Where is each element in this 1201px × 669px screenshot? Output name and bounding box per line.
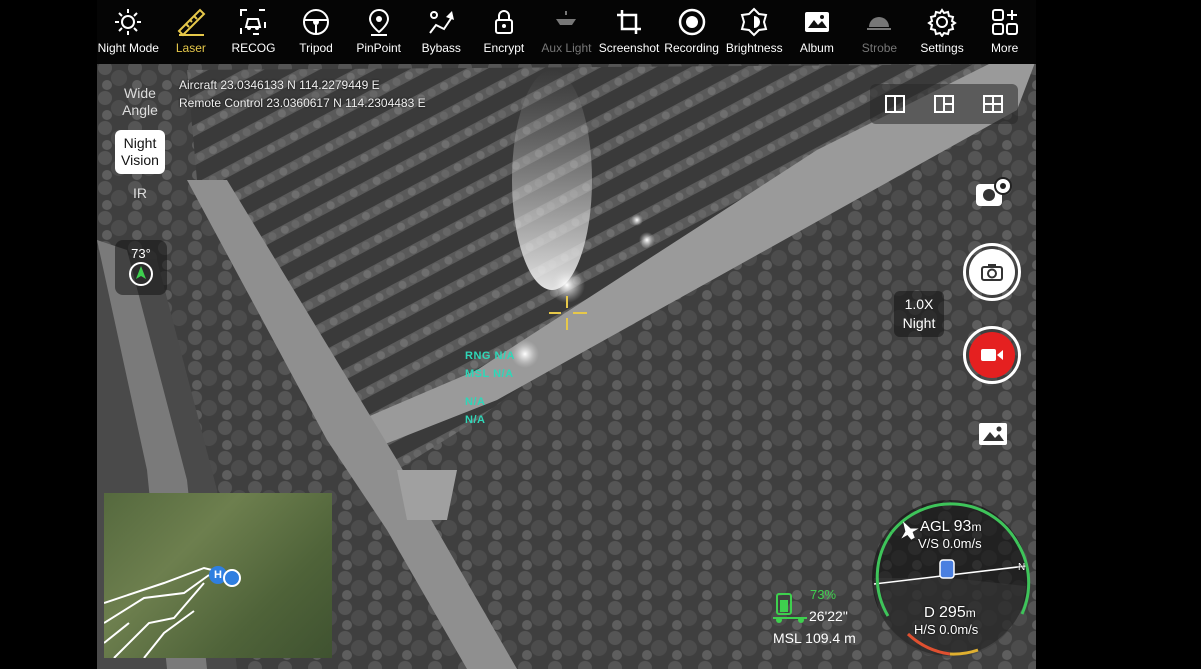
agl-altitude: AGL 93m <box>920 518 981 536</box>
toolbar-laser-button[interactable]: Laser <box>160 0 223 64</box>
record-circle-icon <box>678 8 705 36</box>
agl-value: 93 <box>953 518 972 535</box>
toolbar-aux-light-button[interactable]: Aux Light <box>535 0 598 64</box>
toolbar-label: RECOG <box>231 41 276 55</box>
lens-ir[interactable]: IR <box>115 180 165 207</box>
layout-split-4-icon[interactable] <box>982 93 1004 115</box>
video-camera-icon <box>981 349 1003 361</box>
toolbar-tripod-button[interactable]: Tripod <box>285 0 348 64</box>
horizontal-speed: H/S 0.0m/s <box>914 622 979 637</box>
gear-icon <box>927 8 957 37</box>
layout-split-2-icon[interactable] <box>884 93 906 115</box>
layout-split-3-icon[interactable] <box>933 93 955 115</box>
top-toolbar: Night Mode Laser RECOG Tripod PinPoint Bybass… <box>97 0 1036 64</box>
toolbar-settings-button[interactable]: Settings <box>911 0 974 64</box>
vertical-speed: V/S 0.0m/s <box>918 536 982 551</box>
crop-icon <box>617 10 642 34</box>
video-record-button[interactable] <box>963 326 1021 384</box>
camera-icon <box>981 264 1003 281</box>
drone-battery-icon <box>773 593 807 623</box>
grid-plus-icon <box>991 9 1018 35</box>
toolbar-label: Settings <box>920 41 964 55</box>
agl-label: AGL <box>920 518 950 535</box>
toolbar-label: Strobe <box>861 41 898 55</box>
toolbar-label: More <box>990 41 1019 55</box>
laser-latitude: N/A <box>465 396 486 408</box>
drone-position-icon <box>939 559 955 579</box>
position-readout: Aircraft 23.0346133 N 114.2279449 E Remo… <box>179 76 426 112</box>
car-recognition-icon <box>240 9 267 35</box>
zoom-level: 1.0X <box>904 296 934 312</box>
aircraft-coords: Aircraft 23.0346133 N 114.2279449 E <box>179 78 380 92</box>
flight-attitude-hud: AGL 93m V/S 0.0m/s D 295m H/S 0.0m/s N <box>868 496 1033 661</box>
toolbar-label: Tripod <box>299 41 333 55</box>
toolbar-more-button[interactable]: More <box>973 0 1036 64</box>
toolbar-recording-button[interactable]: Recording <box>660 0 723 64</box>
distance-label: D <box>924 604 935 621</box>
view-layout-group <box>870 84 1018 124</box>
flight-time-remaining: 26'22" <box>809 608 848 624</box>
toolbar-label: Encrypt <box>483 41 525 55</box>
toolbar-label: Bybass <box>421 41 461 55</box>
toolbar-screenshot-button[interactable]: Screenshot <box>598 0 661 64</box>
lens-night-vision[interactable]: Night Vision <box>115 130 165 174</box>
remote-coords: Remote Control 23.0360617 N 114.2304483 … <box>179 96 426 110</box>
toolbar-label: Album <box>799 41 834 55</box>
toolbar-label: PinPoint <box>356 41 402 55</box>
distance-unit: m <box>965 606 976 620</box>
heading-indicator: 73° <box>115 240 167 295</box>
camera-view: Night Mode Laser RECOG Tripod PinPoint Bybass… <box>97 0 1036 669</box>
toolbar-label: Brightness <box>725 41 783 55</box>
distance: D 295m <box>924 604 976 622</box>
drone-location-icon <box>223 569 241 587</box>
battery-status: 73% 26'22" MSL 109.4 m <box>773 586 873 656</box>
lens-wide-angle[interactable]: Wide Angle <box>115 80 165 124</box>
toolbar-strobe-button[interactable]: Strobe <box>848 0 911 64</box>
north-marker: N <box>1018 562 1026 573</box>
zoom-indicator[interactable]: 1.0X Night <box>894 291 944 337</box>
heading-value: 73° <box>131 246 151 261</box>
laser-longitude: N/A <box>465 414 486 426</box>
bypass-arrows-icon <box>429 11 455 34</box>
ruler-icon <box>177 8 206 37</box>
battery-percent: 73% <box>810 587 837 602</box>
image-icon <box>804 12 829 32</box>
laser-range: RNG N/A <box>465 350 515 362</box>
brightness-icon <box>740 7 768 37</box>
msl-altitude: MSL 109.4 m <box>773 630 856 646</box>
agl-unit: m <box>971 520 982 534</box>
toolbar-label: Aux Light <box>541 41 592 55</box>
toolbar-encrypt-button[interactable]: Encrypt <box>473 0 536 64</box>
photo-shutter-button[interactable] <box>963 243 1021 301</box>
toolbar-bybass-button[interactable]: Bybass <box>410 0 473 64</box>
steering-wheel-icon <box>303 9 330 35</box>
aux-light-icon <box>556 11 577 25</box>
laser-msl: MSL N/A <box>465 368 514 380</box>
location-pin-icon <box>368 8 389 36</box>
gallery-icon[interactable] <box>977 420 1009 448</box>
distance-value: 295 <box>939 604 966 621</box>
strobe-icon <box>867 17 892 30</box>
toolbar-label: Laser <box>175 41 206 55</box>
toolbar-brightness-button[interactable]: Brightness <box>723 0 786 64</box>
compass-icon <box>129 262 153 286</box>
zoom-mode: Night <box>902 315 936 331</box>
toolbar-label: Recording <box>664 41 719 55</box>
sun-icon <box>115 9 142 35</box>
lens-selector: Wide Angle Night Vision IR <box>115 80 171 213</box>
toolbar-label: Night Mode <box>97 41 159 55</box>
lock-icon <box>494 10 513 34</box>
toolbar-label: Screenshot <box>598 41 660 55</box>
toolbar-album-button[interactable]: Album <box>786 0 849 64</box>
mini-map[interactable]: H <box>104 493 332 658</box>
toolbar-recog-button[interactable]: RECOG <box>222 0 285 64</box>
toolbar-pinpoint-button[interactable]: PinPoint <box>347 0 410 64</box>
camera-settings-icon[interactable] <box>972 174 1014 214</box>
toolbar-night-mode-button[interactable]: Night Mode <box>97 0 160 64</box>
